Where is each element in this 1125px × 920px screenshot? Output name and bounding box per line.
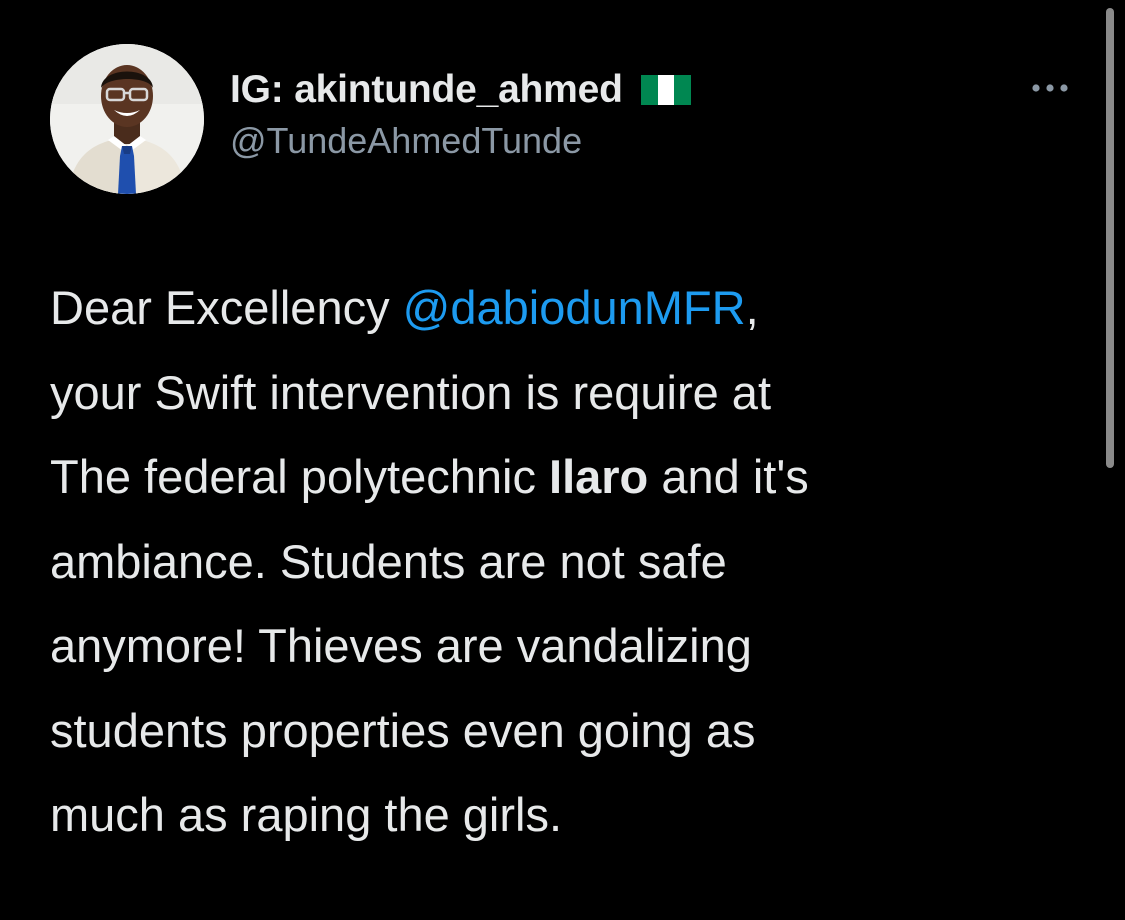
author-handle[interactable]: @TundeAhmedTunde bbox=[230, 120, 582, 162]
ellipsis-more-icon bbox=[1032, 84, 1068, 92]
tweet-line-1: Dear Excellency @dabiodunMFR, bbox=[50, 266, 1100, 351]
tweet-text-segment: , bbox=[745, 281, 759, 334]
tweet-line-2: your Swift intervention is require at bbox=[50, 365, 771, 419]
scrollbar[interactable] bbox=[1106, 8, 1114, 468]
tweet-line-3: The federal polytechnic Ilaro and it's bbox=[50, 435, 1100, 520]
mention-link[interactable]: @dabiodunMFR bbox=[403, 281, 746, 334]
tweet-text-segment: The federal polytechnic bbox=[50, 450, 550, 503]
author-name-row: IG: akintunde_ahmed bbox=[230, 64, 691, 116]
profile-photo-avatar bbox=[50, 44, 204, 194]
avatar[interactable] bbox=[50, 44, 204, 194]
tweet-line-4: ambiance. Students are not safe bbox=[50, 534, 727, 588]
more-options-button[interactable] bbox=[1026, 72, 1074, 104]
tweet-text-segment: and it's bbox=[648, 450, 809, 503]
bold-text: Ilaro bbox=[549, 450, 649, 503]
author-display-name[interactable]: IG: akintunde_ahmed bbox=[230, 68, 623, 112]
nigeria-flag-icon bbox=[640, 75, 691, 105]
tweet-line-6: students properties even going as bbox=[50, 703, 756, 757]
tweet-card: IG: akintunde_ahmed @TundeAhmedTunde Dea… bbox=[0, 0, 1125, 920]
tweet-text: Dear Excellency @dabiodunMFR, your Swift… bbox=[50, 266, 1100, 858]
tweet-line-5: anymore! Thieves are vandalizing bbox=[50, 619, 752, 672]
tweet-text-segment: Dear Excellency bbox=[50, 281, 403, 334]
tweet-line-7: much as raping the girls. bbox=[50, 788, 563, 841]
